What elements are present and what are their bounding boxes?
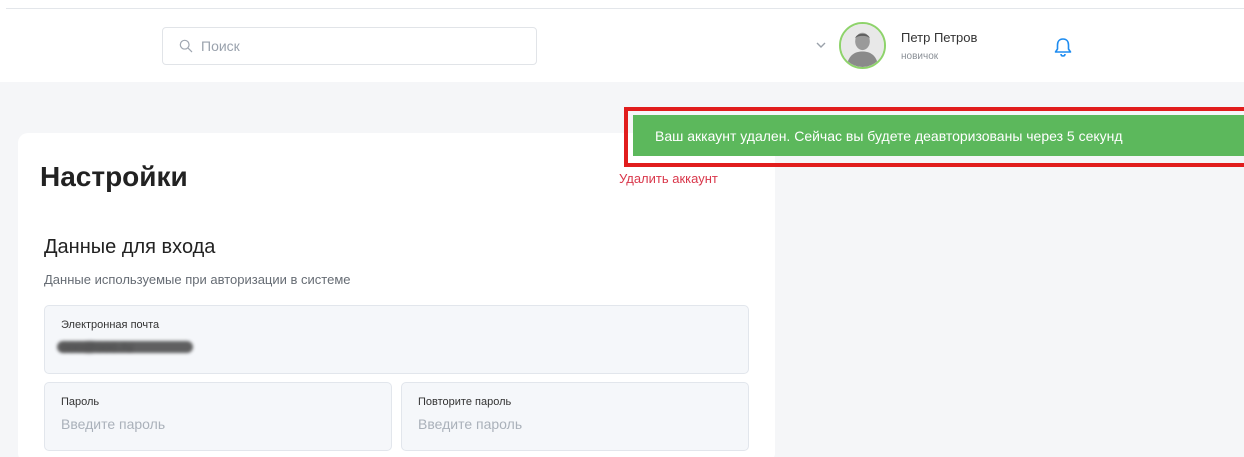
- delete-account-link[interactable]: Удалить аккаунт: [619, 171, 718, 186]
- section-subtitle: Данные используемые при авторизации в си…: [44, 272, 351, 287]
- avatar[interactable]: [839, 22, 886, 69]
- password-repeat-placeholder: Введите пароль: [418, 416, 523, 432]
- account-deleted-toast: Ваш аккаунт удален. Сейчас вы будете деа…: [633, 115, 1244, 156]
- user-name: Петр Петров: [901, 30, 978, 45]
- password-placeholder: Введите пароль: [61, 416, 166, 432]
- toast-message: Ваш аккаунт удален. Сейчас вы будете деа…: [655, 127, 1123, 144]
- user-role: новичок: [901, 51, 939, 62]
- email-value: ооо@ооо.ru: [61, 339, 133, 354]
- password-field[interactable]: Пароль Введите пароль: [44, 382, 392, 451]
- password-repeat-field[interactable]: Повторите пароль Введите пароль: [401, 382, 749, 451]
- email-label: Электронная почта: [61, 319, 160, 331]
- user-avatar-icon: [841, 24, 884, 67]
- search-input[interactable]: [201, 38, 521, 54]
- header: Петр Петров новичок: [0, 9, 1244, 82]
- chevron-down-icon[interactable]: [814, 38, 828, 52]
- section-title: Данные для входа: [44, 236, 216, 258]
- password-label: Пароль: [61, 396, 100, 408]
- page-title: Настройки: [40, 161, 188, 192]
- search-icon: [179, 39, 193, 53]
- search-box[interactable]: [162, 27, 537, 65]
- password-repeat-label: Повторите пароль: [418, 396, 512, 408]
- email-field[interactable]: Электронная почта ооо@ооо.ru: [44, 305, 749, 374]
- bell-icon[interactable]: [1052, 36, 1074, 58]
